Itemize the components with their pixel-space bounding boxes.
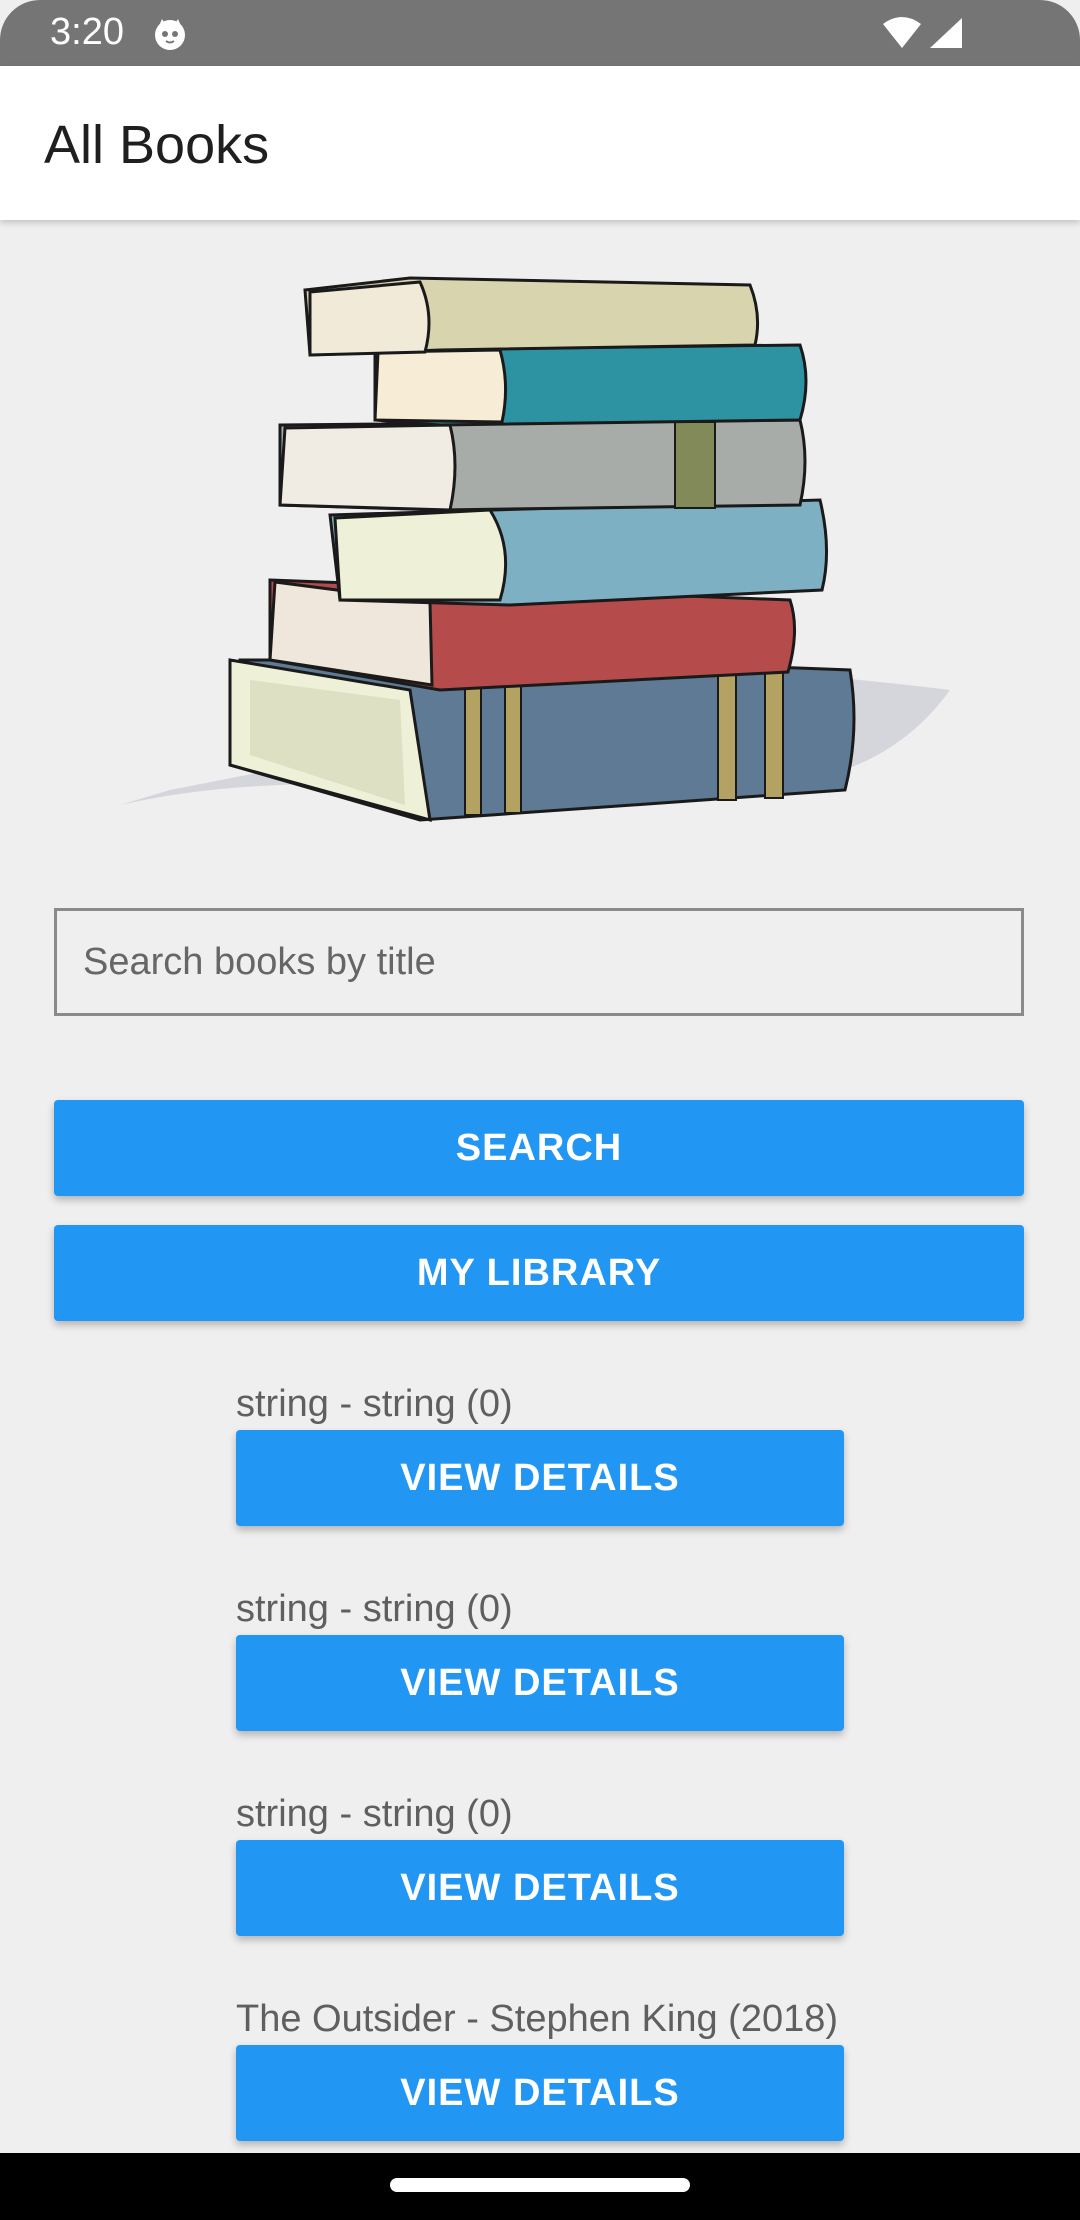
wifi-icon bbox=[883, 17, 921, 48]
page-title: All Books bbox=[44, 115, 270, 175]
stack-of-books-icon bbox=[120, 276, 950, 823]
view-details-button-1[interactable]: VIEW DETAILS bbox=[236, 1430, 844, 1526]
book-item-label-2: string - string (0) bbox=[236, 1588, 513, 1630]
app-bar: All Books bbox=[0, 66, 1080, 220]
search-input[interactable] bbox=[54, 908, 1024, 1016]
my-library-button[interactable]: MY LIBRARY bbox=[54, 1225, 1024, 1321]
book-item-label-4: The Outsider - Stephen King (2018) bbox=[236, 1998, 839, 2040]
search-button[interactable]: SEARCH bbox=[54, 1100, 1024, 1196]
cat-icon bbox=[155, 19, 185, 50]
book-item-label-3: string - string (0) bbox=[236, 1793, 513, 1835]
status-time: 3:20 bbox=[50, 11, 124, 53]
view-details-button-3[interactable]: VIEW DETAILS bbox=[236, 1840, 844, 1936]
status-bar: 3:20 bbox=[0, 0, 1080, 66]
signal-icon bbox=[930, 18, 962, 48]
navigation-bar bbox=[0, 2153, 1080, 2220]
book-item-label-1: string - string (0) bbox=[236, 1383, 513, 1425]
view-details-button-4[interactable]: VIEW DETAILS bbox=[236, 2045, 844, 2141]
home-handle[interactable] bbox=[390, 2178, 690, 2192]
view-details-button-2[interactable]: VIEW DETAILS bbox=[236, 1635, 844, 1731]
